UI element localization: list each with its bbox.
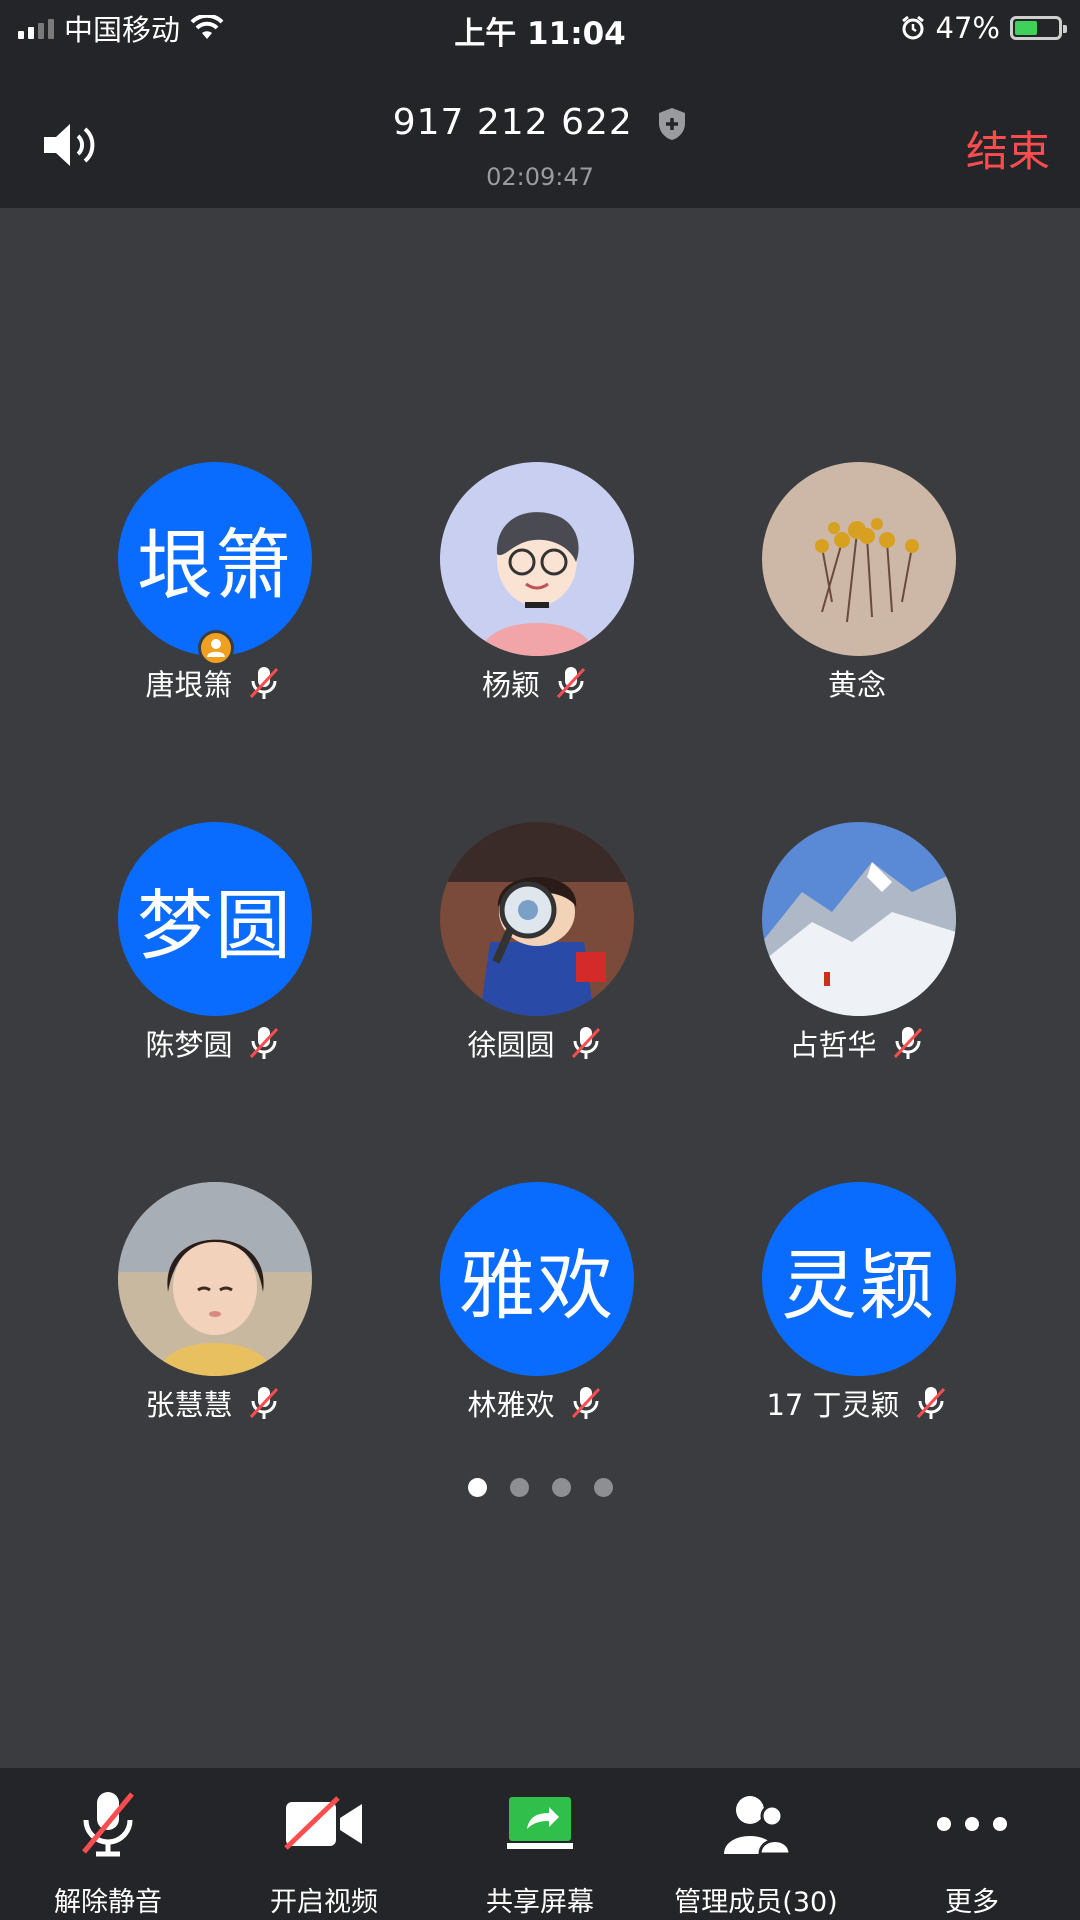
participant-label: 17 丁灵颖 [697, 1382, 1017, 1424]
participant-tile[interactable]: 杨颖 [375, 462, 695, 722]
participant-label: 张慧慧 [53, 1382, 373, 1424]
participant-name: 唐垠箫 [145, 668, 233, 702]
participant-tile[interactable]: 张慧慧 [53, 1182, 373, 1442]
more-icon [937, 1817, 1007, 1831]
meeting-duration: 02:09:47 [486, 163, 594, 191]
participant-tile[interactable]: 灵颖 17 丁灵颖 [697, 1182, 1017, 1442]
participant-grid: 垠箫 唐垠箫 杨颖 黄念 梦圆 陈梦圆 徐圆圆 占哲华 张慧慧 雅欢 林雅欢 灵… [0, 208, 1080, 1768]
page-dot[interactable] [593, 1478, 613, 1497]
participant-tile[interactable]: 垠箫 唐垠箫 [53, 462, 373, 722]
avatar [762, 822, 956, 1016]
mic-muted-icon [893, 1027, 922, 1059]
battery-percent: 47% [935, 11, 1000, 45]
status-bar: 中国移动 上午 11:04 47% [0, 0, 1080, 56]
members-label: 管理成员(30) [674, 1887, 838, 1918]
participant-label: 唐垠箫 [53, 662, 373, 704]
host-icon [198, 630, 234, 666]
participant-tile[interactable]: 黄念 [697, 462, 1017, 722]
alarm-icon [901, 15, 924, 40]
end-meeting-button[interactable]: 结束 [966, 118, 1050, 179]
avatar [440, 462, 634, 656]
meeting-toolbar: 解除静音 开启视频 共享屏幕 管理成员(30) 更多 [0, 1768, 1080, 1920]
mic-muted-icon [249, 667, 278, 699]
video-label: 开启视频 [270, 1887, 378, 1918]
participant-label: 杨颖 [375, 662, 695, 704]
unmute-button[interactable]: 解除静音 [0, 1768, 216, 1920]
shield-icon [659, 108, 686, 140]
battery-icon [1010, 16, 1067, 40]
page-dot[interactable] [467, 1478, 487, 1497]
participant-name: 徐圆圆 [467, 1028, 555, 1062]
members-icon [724, 1796, 792, 1856]
avatar [440, 822, 634, 1016]
more-label: 更多 [945, 1887, 999, 1918]
participant-name: 杨颖 [481, 668, 540, 702]
participant-label: 林雅欢 [375, 1382, 695, 1424]
mic-off-icon [82, 1792, 134, 1857]
avatar [762, 462, 956, 656]
participant-name: 17 丁灵颖 [766, 1388, 900, 1422]
participant-tile[interactable]: 徐圆圆 [375, 822, 695, 1082]
participant-tile[interactable]: 雅欢 林雅欢 [375, 1182, 695, 1442]
participant-tile[interactable]: 梦圆 陈梦圆 [53, 822, 373, 1082]
participant-tile[interactable]: 占哲华 [697, 822, 1017, 1082]
start-video-button[interactable]: 开启视频 [216, 1768, 432, 1920]
participant-label: 黄念 [697, 662, 1017, 704]
participant-name: 林雅欢 [467, 1388, 555, 1422]
mic-muted-icon [571, 1387, 600, 1419]
mic-muted-icon [916, 1387, 945, 1419]
meeting-header: 917 212 622 02:09:47 结束 [0, 56, 1080, 208]
participant-label: 徐圆圆 [375, 1022, 695, 1064]
participant-label: 陈梦圆 [53, 1022, 373, 1064]
manage-members-button[interactable]: 管理成员(30) [648, 1768, 864, 1920]
page-dot[interactable] [509, 1478, 529, 1497]
participant-label: 占哲华 [697, 1022, 1017, 1064]
avatar: 梦圆 [118, 822, 312, 1016]
more-button[interactable]: 更多 [864, 1768, 1080, 1920]
mic-muted-icon [249, 1387, 278, 1419]
share-screen-button[interactable]: 共享屏幕 [432, 1768, 648, 1920]
mic-muted-icon [249, 1027, 278, 1059]
status-right: 47% [900, 8, 1067, 48]
meeting-id: 917 212 622 [392, 102, 633, 143]
participant-name: 张慧慧 [145, 1388, 233, 1422]
video-off-icon [284, 1796, 362, 1850]
meeting-id-row[interactable]: 917 212 622 [0, 102, 1080, 143]
avatar: 雅欢 [440, 1182, 634, 1376]
avatar [118, 1182, 312, 1376]
page-indicator [0, 1478, 1080, 1497]
share-label: 共享屏幕 [486, 1887, 594, 1918]
share-screen-icon [507, 1797, 573, 1849]
mic-muted-icon [571, 1027, 600, 1059]
avatar: 垠箫 [118, 462, 312, 656]
participant-name: 占哲华 [789, 1028, 877, 1062]
unmute-label: 解除静音 [54, 1887, 162, 1918]
mic-muted-icon [556, 667, 586, 699]
participant-name: 黄念 [827, 668, 886, 702]
participant-name: 陈梦圆 [145, 1028, 233, 1062]
page-dot[interactable] [551, 1478, 571, 1497]
avatar: 灵颖 [762, 1182, 956, 1376]
